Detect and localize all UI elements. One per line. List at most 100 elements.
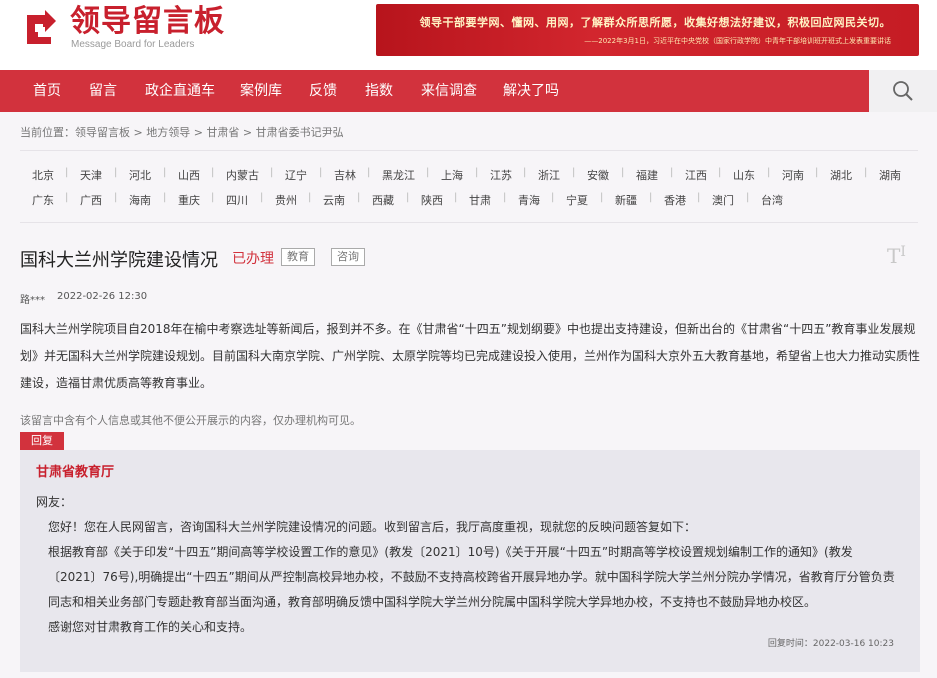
province-link[interactable]: 吉林 xyxy=(334,167,356,183)
province-separator: | xyxy=(114,192,118,203)
banner-quote: 领导干部要学网、懂网、用网，了解群众所思所愿，收集好想法好建议，积极回应网民关切… xyxy=(419,16,891,29)
reply-time-label: 回复时间： xyxy=(767,639,813,649)
province-link[interactable]: 辽宁 xyxy=(285,167,307,183)
logo-icon[interactable] xyxy=(21,7,61,47)
nav-item-home[interactable]: 首页 xyxy=(33,70,61,112)
province-link[interactable]: 澳门 xyxy=(712,192,734,208)
province-separator: | xyxy=(308,192,312,203)
province-separator: | xyxy=(270,167,274,178)
privacy-note: 该留言中含有个人信息或其他不便公开展示的内容，仅办理机构可见。 xyxy=(20,414,361,427)
province-separator: | xyxy=(260,192,264,203)
tag-education[interactable]: 教育 xyxy=(281,248,315,266)
province-link[interactable]: 广东 xyxy=(32,192,54,208)
font-size-mark: I xyxy=(900,244,906,260)
province-separator: | xyxy=(670,167,674,178)
province-separator: | xyxy=(114,167,118,178)
province-separator: | xyxy=(718,167,722,178)
nav-item-enterprise[interactable]: 政企直通车 xyxy=(145,70,215,112)
breadcrumb-item[interactable]: 甘肃省委书记尹弘 xyxy=(256,126,344,139)
province-separator: | xyxy=(357,192,361,203)
province-link[interactable]: 广西 xyxy=(80,192,102,208)
province-separator: | xyxy=(767,167,771,178)
province-link[interactable]: 安徽 xyxy=(587,167,609,183)
breadcrumb-item[interactable]: 领导留言板 xyxy=(75,126,130,139)
province-link[interactable]: 湖南 xyxy=(879,167,901,183)
province-link[interactable]: 山西 xyxy=(178,167,200,183)
breadcrumb-item[interactable]: 甘肃省 xyxy=(206,126,239,139)
province-link[interactable]: 浙江 xyxy=(538,167,560,183)
reply-paragraph: 根据教育部《关于印发“十四五”期间高等学校设置工作的意见》(教发〔2021〕10… xyxy=(48,545,895,609)
province-link[interactable]: 内蒙古 xyxy=(226,167,259,183)
banner-source: ——2022年3月1日，习近平在中央党校（国家行政学院）中青年干部培训班开班式上… xyxy=(584,37,891,45)
divider xyxy=(20,150,918,151)
province-link[interactable]: 海南 xyxy=(129,192,151,208)
search-button[interactable] xyxy=(869,70,937,112)
nav-item-resolved[interactable]: 解决了吗 xyxy=(503,70,559,112)
province-separator: | xyxy=(163,167,167,178)
divider xyxy=(20,222,918,223)
tag-inquiry[interactable]: 咨询 xyxy=(331,248,365,266)
province-link[interactable]: 贵州 xyxy=(275,192,297,208)
province-link[interactable]: 山东 xyxy=(733,167,755,183)
province-link[interactable]: 上海 xyxy=(441,167,463,183)
province-link[interactable]: 江苏 xyxy=(490,167,512,183)
breadcrumb: 当前位置：领导留言板 > 地方领导 > 甘肃省 > 甘肃省委书记尹弘 xyxy=(20,124,344,140)
province-link[interactable]: 福建 xyxy=(636,167,658,183)
province-separator: | xyxy=(367,167,371,178)
breadcrumb-separator: > xyxy=(130,126,147,139)
province-separator: | xyxy=(454,192,458,203)
province-separator: | xyxy=(523,167,527,178)
province-link[interactable]: 河南 xyxy=(782,167,804,183)
province-separator: | xyxy=(211,167,215,178)
status-badge: 已办理 xyxy=(232,251,274,267)
breadcrumb-separator: > xyxy=(239,126,256,139)
nav-item-cases[interactable]: 案例库 xyxy=(240,70,282,112)
province-separator: | xyxy=(319,167,323,178)
reply-time: 回复时间：2022-03-16 10:23 xyxy=(768,636,894,649)
province-link[interactable]: 北京 xyxy=(32,167,54,183)
province-separator: | xyxy=(864,167,868,178)
nav-item-survey[interactable]: 来信调查 xyxy=(421,70,477,112)
logo-title[interactable]: 领导留言板 xyxy=(70,4,225,40)
nav-item-feedback[interactable]: 反馈 xyxy=(309,70,337,112)
logo-subtitle: Message Board for Leaders xyxy=(71,39,195,50)
province-link[interactable]: 河北 xyxy=(129,167,151,183)
reply-greeting: 网友： xyxy=(36,495,73,509)
province-link[interactable]: 西藏 xyxy=(372,192,394,208)
nav-item-message[interactable]: 留言 xyxy=(89,70,117,112)
province-link[interactable]: 黑龙江 xyxy=(382,167,415,183)
reply-department: 甘肃省教育厅 xyxy=(36,465,115,480)
province-separator: | xyxy=(426,167,430,178)
province-link[interactable]: 湖北 xyxy=(830,167,852,183)
province-link[interactable]: 甘肃 xyxy=(469,192,491,208)
province-link[interactable]: 青海 xyxy=(518,192,540,208)
province-link[interactable]: 陕西 xyxy=(421,192,443,208)
province-row: 广东 | 广西 | 海南 | 重庆 | 四川 | 贵州 | 云南 | 西藏 | 陕西 | 甘肃 | 青海 | 宁夏 | 新疆 | 香… xyxy=(0,192,937,208)
province-link[interactable]: 四川 xyxy=(226,192,248,208)
reply-body: 网友： 您好！您在人民网留言，咨询国科大兰州学院建设情况的问题。收到留言后，我厅… xyxy=(36,490,896,640)
post-date: 2022-02-26 12:30 xyxy=(57,291,148,302)
post-author: 路*** xyxy=(20,295,45,306)
province-separator: | xyxy=(65,192,69,203)
nav-item-index[interactable]: 指数 xyxy=(365,70,393,112)
province-link[interactable]: 香港 xyxy=(664,192,686,208)
province-link[interactable]: 天津 xyxy=(80,167,102,183)
province-separator: | xyxy=(551,192,555,203)
province-link[interactable]: 云南 xyxy=(323,192,345,208)
breadcrumb-item[interactable]: 地方领导 xyxy=(146,126,190,139)
province-separator: | xyxy=(211,192,215,203)
province-link[interactable]: 江西 xyxy=(685,167,707,183)
reply-time-value: 2022-03-16 10:23 xyxy=(812,639,894,649)
post-content: 国科大兰州学院项目自2018年在榆中考察选址等新闻后，报到并不多。在《甘肃省“十… xyxy=(20,322,921,390)
font-size-icon[interactable]: TI xyxy=(887,244,906,268)
province-link[interactable]: 新疆 xyxy=(615,192,637,208)
province-separator: | xyxy=(572,167,576,178)
province-separator: | xyxy=(746,192,750,203)
province-separator: | xyxy=(600,192,604,203)
province-link[interactable]: 宁夏 xyxy=(566,192,588,208)
province-separator: | xyxy=(475,167,479,178)
province-link[interactable]: 台湾 xyxy=(761,192,783,208)
search-icon xyxy=(893,81,913,101)
breadcrumb-prefix: 当前位置： xyxy=(20,126,75,139)
province-link[interactable]: 重庆 xyxy=(178,192,200,208)
